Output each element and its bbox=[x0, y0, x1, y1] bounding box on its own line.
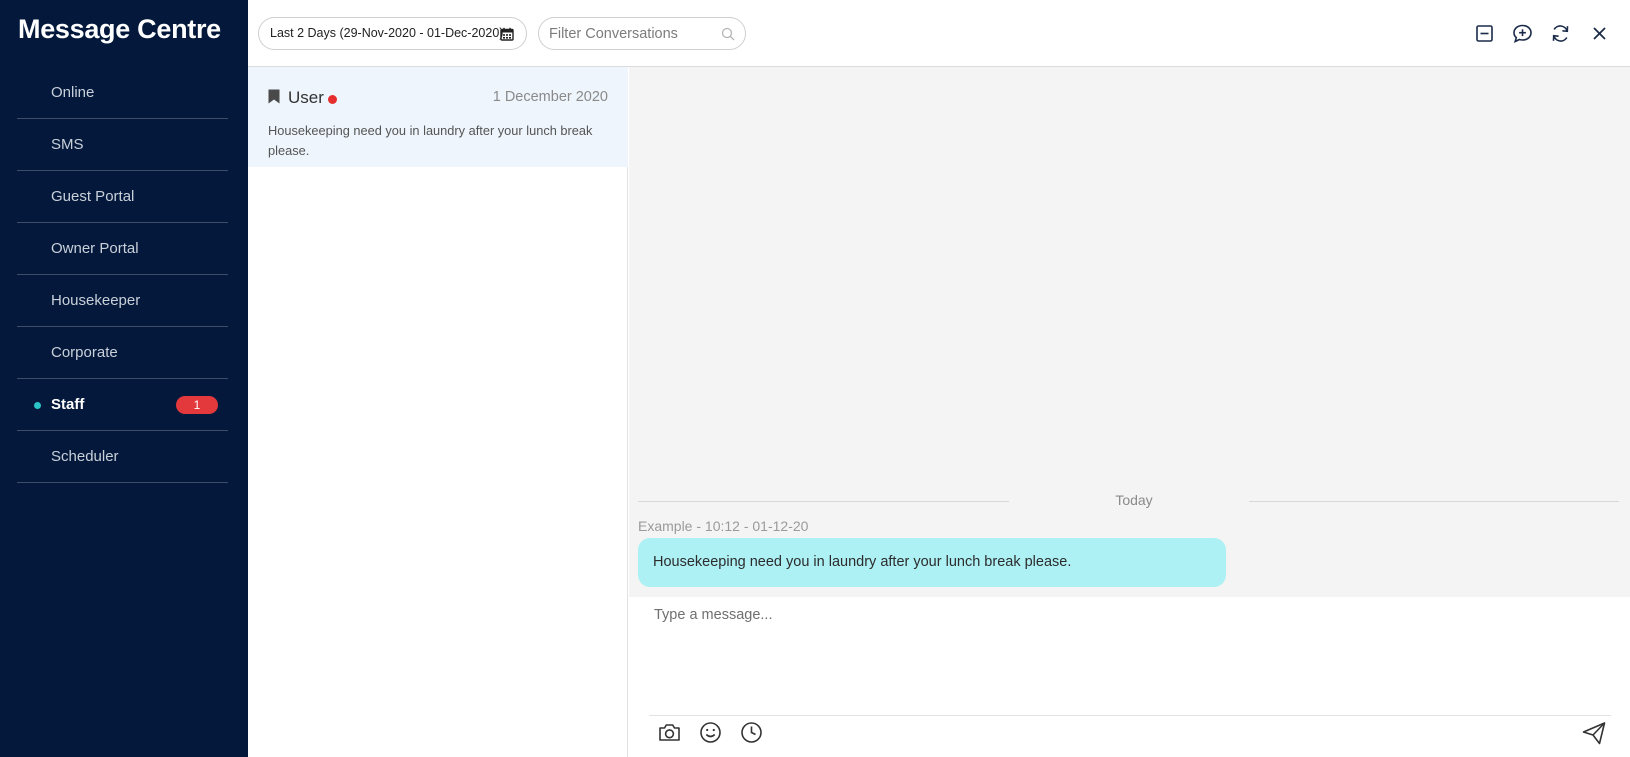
nav-item-sms[interactable]: SMS bbox=[17, 119, 228, 171]
channel-nav: Online SMS Guest Portal Owner Portal Hou… bbox=[17, 67, 228, 483]
emoji-icon[interactable] bbox=[698, 720, 723, 745]
close-icon[interactable] bbox=[1589, 23, 1610, 44]
nav-item-label: Staff bbox=[51, 396, 85, 413]
nav-item-scheduler[interactable]: Scheduler bbox=[17, 431, 228, 483]
nav-item-housekeeper[interactable]: Housekeeper bbox=[17, 275, 228, 327]
nav-item-label: Guest Portal bbox=[51, 188, 135, 205]
compose-area bbox=[629, 597, 1630, 757]
nav-item-label: Scheduler bbox=[51, 448, 119, 465]
nav-item-staff[interactable]: Staff 1 bbox=[17, 379, 228, 431]
message-meta: Example - 10:12 - 01-12-20 bbox=[638, 518, 809, 534]
sidebar: Message Centre Online SMS Guest Portal O… bbox=[0, 0, 248, 757]
search-icon[interactable] bbox=[721, 27, 735, 41]
send-icon[interactable] bbox=[1581, 720, 1607, 746]
bookmark-icon[interactable] bbox=[268, 89, 280, 104]
chat-message-area: Today Example - 10:12 - 01-12-20 Houseke… bbox=[629, 67, 1630, 597]
unread-indicator bbox=[328, 95, 337, 104]
date-range-label: Last 2 Days (29-Nov-2020 - 01-Dec-2020) bbox=[270, 26, 504, 40]
conversation-name: User bbox=[288, 88, 324, 107]
conversation-date: 1 December 2020 bbox=[492, 89, 608, 105]
message-input[interactable] bbox=[654, 607, 1604, 712]
compose-divider bbox=[649, 715, 1611, 716]
nav-item-corporate[interactable]: Corporate bbox=[17, 327, 228, 379]
conversation-item[interactable]: User 1 December 2020 Housekeeping need y… bbox=[248, 67, 628, 167]
nav-item-label: Owner Portal bbox=[51, 240, 139, 257]
filter-conversations-input[interactable] bbox=[549, 18, 719, 49]
unread-count-badge: 1 bbox=[176, 396, 218, 414]
refresh-icon[interactable] bbox=[1550, 23, 1571, 44]
clock-icon[interactable] bbox=[739, 720, 764, 745]
date-range-filter[interactable]: Last 2 Days (29-Nov-2020 - 01-Dec-2020) bbox=[258, 17, 527, 50]
active-indicator-dot bbox=[34, 402, 41, 409]
day-divider-line-right bbox=[1249, 501, 1619, 502]
calendar-icon bbox=[500, 27, 514, 41]
nav-item-online[interactable]: Online bbox=[17, 67, 228, 119]
top-bar: Last 2 Days (29-Nov-2020 - 01-Dec-2020) bbox=[248, 0, 1630, 67]
nav-item-label: SMS bbox=[51, 136, 84, 153]
nav-item-label: Corporate bbox=[51, 344, 118, 361]
nav-item-owner-portal[interactable]: Owner Portal bbox=[17, 223, 228, 275]
filter-conversations bbox=[538, 17, 746, 50]
nav-item-label: Housekeeper bbox=[51, 292, 141, 309]
nav-item-label: Online bbox=[51, 84, 95, 101]
message-bubble: Housekeeping need you in laundry after y… bbox=[638, 538, 1226, 587]
minimize-icon[interactable] bbox=[1474, 23, 1495, 44]
day-divider-label: Today bbox=[1115, 492, 1153, 508]
nav-item-guest-portal[interactable]: Guest Portal bbox=[17, 171, 228, 223]
day-divider-line-left bbox=[638, 501, 1009, 502]
conversation-list: User 1 December 2020 Housekeeping need y… bbox=[248, 67, 628, 757]
new-conversation-icon[interactable] bbox=[1512, 23, 1533, 44]
app-title: Message Centre bbox=[18, 14, 221, 44]
camera-icon[interactable] bbox=[657, 720, 682, 745]
conversation-preview: Housekeeping need you in laundry after y… bbox=[268, 123, 593, 158]
